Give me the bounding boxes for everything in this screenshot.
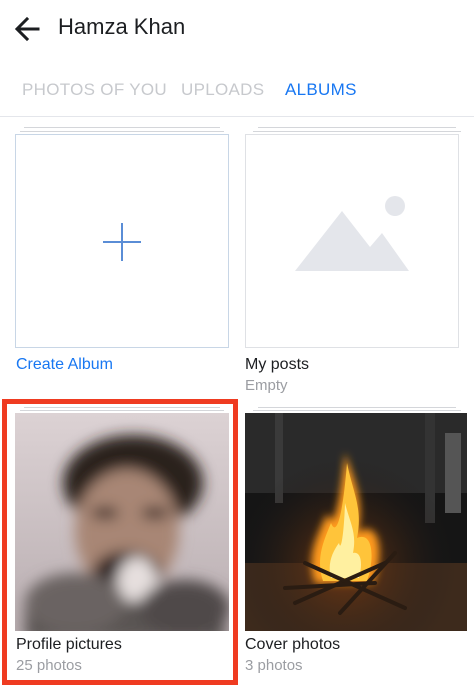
album-stack-edge — [20, 131, 224, 132]
back-arrow-icon[interactable] — [10, 12, 46, 46]
create-album-thumb — [15, 134, 229, 348]
album-subtitle: 3 photos — [245, 657, 303, 674]
tab-bar: PHOTOS OF YOU UPLOADS ALBUMS — [0, 74, 474, 116]
my-posts-thumb — [245, 134, 459, 348]
tab-uploads[interactable]: UPLOADS — [181, 80, 264, 100]
top-bar: Hamza Khan — [0, 0, 474, 58]
tab-photos-of-you[interactable]: PHOTOS OF YOU — [22, 80, 167, 100]
album-stack-edge — [258, 127, 456, 128]
tab-albums[interactable]: ALBUMS — [285, 80, 357, 100]
page-title: Hamza Khan — [58, 14, 186, 39]
album-title: Profile pictures — [16, 636, 122, 653]
album-title: My posts — [245, 356, 310, 373]
album-subtitle: Empty — [245, 377, 288, 394]
bonfire-photo — [245, 413, 467, 631]
blurred-profile-photo — [15, 413, 229, 631]
album-cover-photos[interactable]: Cover photos 3 photos — [237, 404, 474, 688]
album-stack-edge — [20, 410, 224, 411]
image-placeholder-icon — [295, 196, 409, 271]
album-stack-edge — [24, 127, 220, 128]
album-stack-edge — [253, 131, 461, 132]
album-profile-pictures[interactable]: Profile pictures 25 photos — [0, 404, 237, 688]
album-stack-edge — [24, 407, 220, 408]
album-stack-edge — [258, 407, 456, 408]
album-subtitle: 25 photos — [16, 657, 82, 674]
plus-icon — [103, 223, 141, 261]
album-title: Cover photos — [245, 636, 341, 653]
album-stack-edge — [253, 410, 461, 411]
album-title: Create Album — [16, 356, 113, 373]
tabs-divider — [0, 116, 474, 117]
album-my-posts[interactable]: My posts Empty — [237, 120, 474, 400]
album-create[interactable]: Create Album — [0, 120, 237, 400]
